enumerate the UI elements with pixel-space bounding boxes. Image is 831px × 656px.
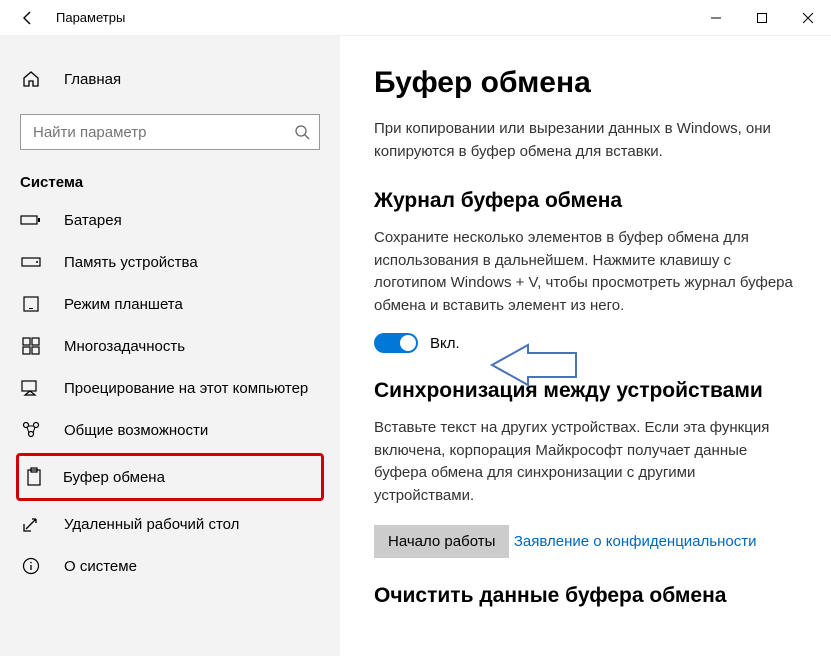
clear-heading: Очистить данные буфера обмена [374,584,797,608]
window-title: Параметры [56,10,693,25]
sidebar-item-label: Буфер обмена [63,469,165,486]
sidebar-item-label: Память устройства [64,254,198,271]
remote-icon [20,513,42,535]
arrow-left-icon [20,10,36,26]
minimize-icon [710,12,722,24]
sidebar-item-label: Удаленный рабочий стол [64,516,239,533]
multitask-icon [20,335,42,357]
sidebar-item-label: Многозадачность [64,338,185,355]
close-button[interactable] [785,0,831,36]
highlight-annotation: Буфер обмена [16,453,324,501]
section-label: Система [0,172,340,199]
clipboard-icon [23,466,45,488]
maximize-icon [756,12,768,24]
sidebar: Главная Система Батарея Память устройств… [0,36,340,656]
get-started-button[interactable]: Начало работы [374,525,509,558]
home-button[interactable]: Главная [0,58,340,100]
privacy-link[interactable]: Заявление о конфиденциальности [514,533,757,550]
sidebar-item-label: Режим планшета [64,296,183,313]
toggle-label: Вкл. [430,335,460,352]
home-icon [20,68,42,90]
shared-icon [20,419,42,441]
main-content: Буфер обмена При копировании или вырезан… [340,36,831,656]
arrow-annotation [488,343,578,387]
minimize-button[interactable] [693,0,739,36]
info-icon [20,555,42,577]
search-icon [294,124,310,140]
sidebar-item-remote[interactable]: Удаленный рабочий стол [0,503,340,545]
projecting-icon [20,377,42,399]
battery-icon [20,209,42,231]
sidebar-item-label: Общие возможности [64,422,208,439]
storage-icon [20,251,42,273]
sidebar-item-about[interactable]: О системе [0,545,340,587]
sync-heading: Синхронизация между устройствами [374,379,797,403]
sidebar-item-multitask[interactable]: Многозадачность [0,325,340,367]
home-label: Главная [64,71,121,88]
sync-text: Вставьте текст на других устройствах. Ес… [374,417,794,507]
sidebar-item-clipboard[interactable]: Буфер обмена [19,456,321,498]
sidebar-item-tablet[interactable]: Режим планшета [0,283,340,325]
sidebar-item-battery[interactable]: Батарея [0,199,340,241]
intro-text: При копировании или вырезании данных в W… [374,118,794,163]
close-icon [802,12,814,24]
sidebar-item-projecting[interactable]: Проецирование на этот компьютер [0,367,340,409]
sidebar-item-label: Батарея [64,212,122,229]
back-button[interactable] [14,4,42,32]
history-text: Сохраните несколько элементов в буфер об… [374,227,794,317]
tablet-icon [20,293,42,315]
maximize-button[interactable] [739,0,785,36]
history-toggle[interactable] [374,333,418,353]
search-input[interactable] [20,114,320,150]
sidebar-item-shared[interactable]: Общие возможности [0,409,340,451]
sidebar-item-storage[interactable]: Память устройства [0,241,340,283]
page-title: Буфер обмена [374,66,797,100]
sidebar-item-label: О системе [64,558,137,575]
history-heading: Журнал буфера обмена [374,189,797,213]
sidebar-item-label: Проецирование на этот компьютер [64,380,308,397]
